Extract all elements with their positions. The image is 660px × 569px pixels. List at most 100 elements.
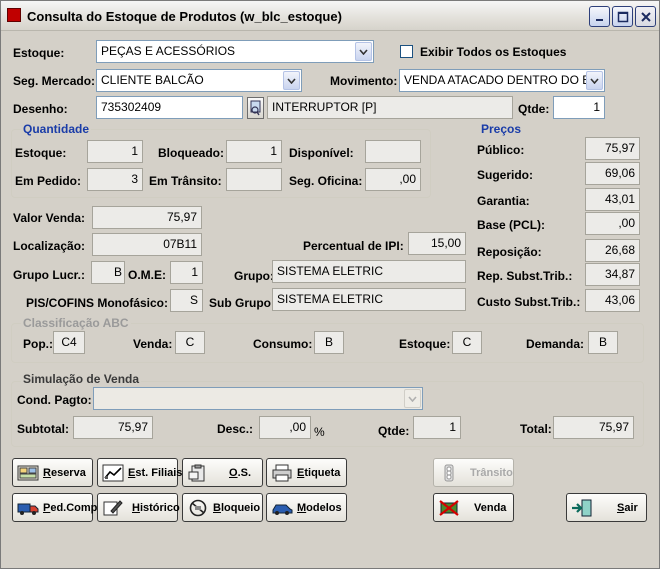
historico-mnemonic: H [132,501,140,514]
valorvenda-label: Valor Venda: [13,211,86,225]
movimento-label: Movimento: [330,74,398,88]
transito-label: Trânsito [470,466,513,479]
venda-label: Venda [474,501,507,514]
desenho-input[interactable]: 735302409 [96,96,243,119]
app-icon [7,8,21,22]
bloqueio-button[interactable]: Bloqueio [182,493,263,522]
subgrupo-label: Sub Grupo: [209,296,275,310]
abc-venda-field: C [175,331,205,354]
percipi-field: 15,00 [408,232,466,255]
condpagto-select[interactable] [93,387,423,410]
piscofins-label: PIS/COFINS Monofásico: [26,296,169,310]
qtde-input[interactable]: 1 [553,96,605,119]
reserva-mnemonic: R [43,466,51,479]
os-label: .S. [237,466,252,479]
exibir-todos-checkbox[interactable] [400,45,413,58]
maximize-button[interactable] [612,6,633,27]
reserva-icon [17,465,39,480]
close-button[interactable] [635,6,656,27]
q-empedido-label: Em Pedido: [15,174,82,188]
precos-title: Preços [481,122,522,136]
preco-label: Custo Subst.Trib.: [477,295,581,309]
quantidade-title: Quantidade [21,122,92,136]
etiqueta-button[interactable]: Etiqueta [266,458,347,487]
transito-button[interactable]: Trânsito [433,458,514,487]
minimize-button[interactable] [589,6,610,27]
chevron-down-icon[interactable] [283,71,300,90]
valorvenda-field: 75,97 [92,206,202,229]
reserva-button[interactable]: Reserva [12,458,93,487]
q-disponivel-field [365,140,421,163]
total-field: 75,97 [553,416,634,439]
os-button[interactable]: O.S. [182,458,263,487]
localizacao-label: Localização: [13,239,86,253]
exibir-todos-label: Exibir Todos os Estoques [420,45,567,59]
preco-label: Base (PCL): [477,218,546,232]
bloqueio-label: loqueio [220,501,261,514]
preco-label: Público: [477,143,525,157]
window-title: Consulta do Estoque de Produtos (w_blc_e… [27,9,342,24]
grupolucr-label: Grupo Lucr.: [13,268,85,282]
car-icon [272,504,293,515]
sair-label: air [624,501,638,514]
chevron-down-icon[interactable] [404,389,421,408]
truck-icon [17,503,39,515]
sim-qtde-label: Qtde: [378,424,410,438]
abc-consumo-label: Consumo: [253,337,313,351]
q-bloqueado-label: Bloqueado: [158,146,224,160]
bloqueio-mnemonic: B [213,501,221,514]
block-icon [189,499,207,516]
descricao-field: INTERRUPTOR [P] [267,96,513,119]
chevron-down-icon[interactable] [586,71,603,90]
abc-demanda-field: B [588,331,618,354]
q-emtransito-field [226,168,282,191]
simulacao-title: Simulação de Venda [21,372,142,386]
cart-cancel-icon [439,499,459,516]
abc-title: Classificação ABC [21,316,131,330]
preco-field: 75,97 [585,137,640,160]
title-bar: Consulta do Estoque de Produtos (w_blc_e… [1,1,659,31]
q-emtransito-label: Em Trânsito: [149,174,222,188]
venda-button[interactable]: Venda [433,493,514,522]
preco-field: 43,06 [585,289,640,312]
preco-field: 43,01 [585,188,640,211]
q-empedido-field: 3 [87,168,143,191]
pedcomp-label: ed.Comp [50,501,98,514]
historico-button[interactable]: Histórico [97,493,180,522]
abc-consumo-field: B [314,331,344,354]
chart-icon [102,464,124,481]
subtotal-field: 75,97 [73,416,153,439]
preco-field: 69,06 [585,162,640,185]
abc-pop-field: C4 [53,331,85,354]
search-button[interactable] [247,97,264,119]
segmercado-select[interactable]: CLIENTE BALCÃO [96,69,302,92]
subtotal-label: Subtotal: [17,422,69,436]
preco-label: Reposição: [477,245,542,259]
preco-label: Garantia: [477,194,530,208]
subgrupo-field: SISTEMA ELETRIC [272,288,466,311]
movimento-select[interactable]: VENDA ATACADO DENTRO DO E [399,69,605,92]
chevron-down-icon[interactable] [355,42,372,61]
sair-button[interactable]: Sair [566,493,647,522]
clipboard-icon [188,464,205,481]
preco-label: Rep. Subst.Trib.: [477,269,573,283]
exit-door-icon [572,499,592,516]
preco-label: Sugerido: [477,168,533,182]
estfiliais-button[interactable]: Est. Filiais [97,458,182,487]
preco-field: 26,68 [585,239,640,262]
preco-field: ,00 [585,212,640,235]
percipi-label: Percentual de IPI: [303,239,404,253]
grupo-field: SISTEMA ELETRIC [272,260,466,283]
estfiliais-label: st. Filiais [135,466,183,479]
close-icon [640,11,651,22]
estoque-label: Estoque: [13,46,65,60]
modelos-button[interactable]: Modelos [266,493,347,522]
modelos-label: odelos [306,501,342,514]
estoque-select[interactable]: PEÇAS E ACESSÓRIOS [96,40,374,63]
pedcomp-button[interactable]: Ped.Comp [12,493,97,522]
q-bloqueado-field: 1 [226,140,282,163]
desc-label: Desc.: [217,422,254,436]
maximize-icon [617,11,628,22]
qtde-label: Qtde: [518,102,550,116]
historico-label: istórico [139,501,180,514]
